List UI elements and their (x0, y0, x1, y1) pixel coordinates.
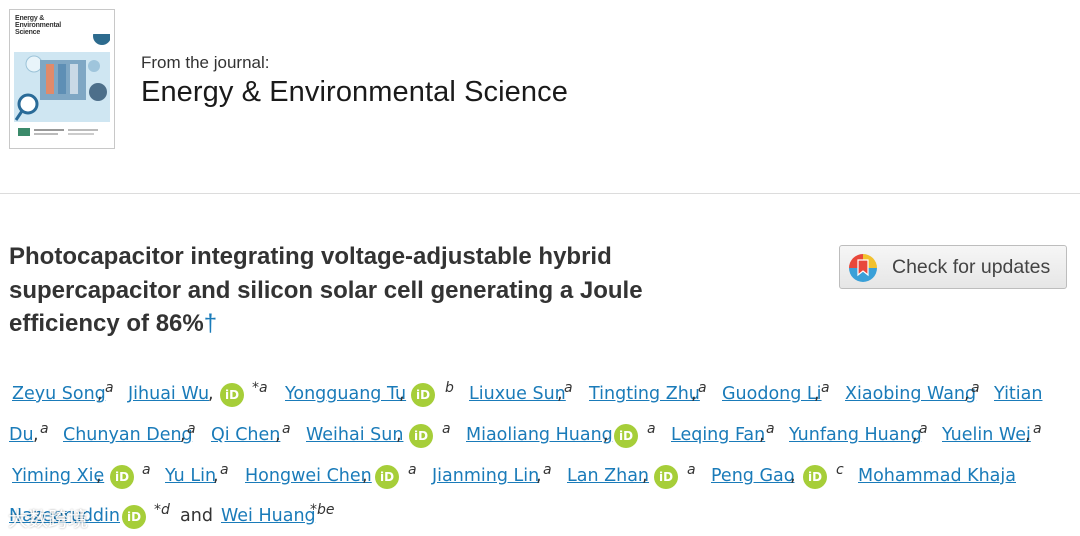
orcid-icon[interactable]: iD (375, 465, 399, 489)
title-line: efficiency of 86% (9, 310, 204, 337)
orcid-icon[interactable]: iD (803, 465, 827, 489)
author-link[interactable]: Mohammad Khaja (858, 466, 1016, 486)
author-separator: , (208, 384, 214, 404)
author-link[interactable]: Yitian (994, 384, 1042, 404)
journal-cover-thumbnail[interactable]: Energy & Environmental Science (9, 9, 115, 149)
author-separator: , (275, 425, 281, 445)
affiliation-superscript: a (766, 421, 775, 437)
author-separator: , (399, 384, 405, 404)
author-link[interactable]: Leqing Fan (671, 425, 765, 445)
author-separator: , (33, 425, 39, 445)
affiliation-superscript: a (564, 380, 573, 396)
author-separator: , (642, 466, 648, 486)
author-link[interactable]: Lan Zhan (567, 466, 649, 486)
author-separator: , (912, 425, 918, 445)
check-for-updates-label: Check for updates (892, 256, 1051, 278)
author-link[interactable]: Yiming Xie (12, 466, 104, 486)
affiliation-superscript: a (821, 380, 830, 396)
author-link[interactable]: Zeyu Song (12, 384, 106, 404)
author-separator: , (362, 466, 368, 486)
author-link[interactable]: Yu Lin (165, 466, 216, 486)
author-link[interactable]: Guodong Li (722, 384, 822, 404)
author-link[interactable]: Hongwei Chen (245, 466, 372, 486)
affiliation-superscript: a (971, 380, 980, 396)
author-separator: , (790, 466, 796, 486)
author-separator: , (396, 425, 402, 445)
author-separator: , (1025, 425, 1031, 445)
watermark-text: 大数跨境 (8, 509, 88, 531)
affiliation-superscript: a (142, 462, 151, 478)
author-link[interactable]: Qi Chen (211, 425, 280, 445)
author-separator: , (96, 466, 102, 486)
orcid-icon[interactable]: iD (654, 465, 678, 489)
cover-title: Energy & Environmental Science (15, 15, 61, 36)
title-line: supercapacitor and silicon solar cell ge… (9, 276, 643, 304)
check-for-updates-button[interactable]: Check for updates (839, 245, 1067, 289)
affiliation-superscript: a (40, 421, 49, 437)
author-link[interactable]: Yuelin Wei (942, 425, 1031, 445)
from-journal-label: From the journal: (141, 53, 270, 72)
affiliation-superscript: a (543, 462, 552, 478)
affiliation-superscript: a (647, 421, 656, 437)
crossmark-icon (849, 254, 877, 282)
affiliation-superscript: a (220, 462, 229, 478)
author-link[interactable]: Xiaobing Wang (845, 384, 976, 404)
author-link[interactable]: Jihuai Wu (128, 384, 209, 404)
affiliation-superscript: a (919, 421, 928, 437)
orcid-icon[interactable]: iD (220, 383, 244, 407)
author-separator: , (964, 384, 970, 404)
journal-name-link[interactable]: Energy & Environmental Science (141, 76, 568, 109)
journal-header: Energy & Environmental Science From the … (0, 0, 1080, 193)
orcid-icon[interactable]: iD (122, 505, 146, 529)
author-separator: , (557, 384, 563, 404)
author-link[interactable]: Weihai Sun (306, 425, 403, 445)
author-link[interactable]: Chunyan Deng (63, 425, 193, 445)
affiliation-superscript: *be (310, 502, 335, 518)
orcid-icon[interactable]: iD (614, 424, 638, 448)
author-link[interactable]: Tingting Zhu (589, 384, 700, 404)
orcid-icon[interactable]: iD (411, 383, 435, 407)
orcid-icon[interactable]: iD (110, 465, 134, 489)
affiliation-superscript: b (445, 380, 454, 396)
author-link[interactable]: Yunfang Huang (789, 425, 922, 445)
affiliation-superscript: c (836, 462, 844, 478)
author-list: Zeyu Song , a Jihuai Wu , iD *a Yongguan… (0, 374, 1080, 533)
author-separator: , (536, 466, 542, 486)
orcid-icon[interactable]: iD (409, 424, 433, 448)
author-separator: , (759, 425, 765, 445)
author-link[interactable]: Liuxue Sun (469, 384, 566, 404)
author-link[interactable]: Du (9, 425, 34, 445)
footnote-dagger-link[interactable]: † (204, 310, 217, 337)
cover-title-line: Energy & (15, 15, 45, 22)
author-separator: , (180, 425, 186, 445)
author-conjunction: and (180, 506, 213, 526)
affiliation-superscript: a (687, 462, 696, 478)
affiliation-superscript: a (408, 462, 417, 478)
header-divider (0, 193, 1080, 194)
author-link[interactable]: Peng Gao (711, 466, 794, 486)
author-link[interactable]: Miaoliang Huang (466, 425, 613, 445)
affiliation-superscript: a (187, 421, 196, 437)
affiliation-superscript: a (282, 421, 291, 437)
author-separator: , (213, 466, 219, 486)
affiliation-superscript: *d (154, 502, 170, 518)
author-separator: , (814, 384, 820, 404)
article-title: Photocapacitor integrating voltage-adjus… (9, 240, 749, 341)
cover-title-line: Environmental (15, 22, 62, 29)
author-separator: , (603, 425, 609, 445)
affiliation-superscript: a (698, 380, 707, 396)
affiliation-superscript: a (1033, 421, 1042, 437)
author-link[interactable]: Jianming Lin (432, 466, 539, 486)
author-link[interactable]: Wei Huang (221, 506, 316, 526)
author-separator: , (691, 384, 697, 404)
title-line: Photocapacitor integrating voltage-adjus… (9, 243, 612, 270)
author-link[interactable]: Yongguang Tu (285, 384, 406, 404)
cover-artwork (14, 34, 110, 144)
affiliation-superscript: *a (252, 380, 268, 396)
affiliation-superscript: a (105, 380, 114, 396)
affiliation-superscript: a (442, 421, 451, 437)
author-separator: , (97, 384, 103, 404)
